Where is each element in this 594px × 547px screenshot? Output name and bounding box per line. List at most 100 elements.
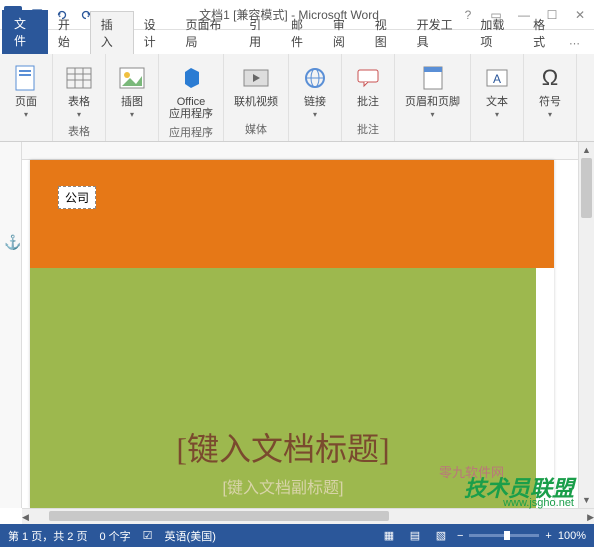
horizontal-scrollbar[interactable]: ◀ ▶ — [22, 508, 594, 524]
cover-body-shape[interactable]: [键入文档标题] [键入文档副标题] — [30, 268, 536, 508]
group-name — [6, 135, 46, 139]
close-button[interactable]: ✕ — [570, 5, 590, 25]
dropdown-icon: ▾ — [548, 110, 552, 119]
video-label: 联机视频 — [234, 96, 278, 108]
ribbon-group-illustrations: 插图 ▾ — [106, 54, 159, 141]
ribbon-group-media: 联机视频 媒体 — [224, 54, 289, 141]
word-count[interactable]: 0 个字 — [99, 528, 130, 544]
tab-layout[interactable]: 页面布局 — [175, 12, 239, 54]
vertical-ruler[interactable]: ⚓ — [0, 142, 22, 508]
page-info[interactable]: 第 1 页，共 2 页 — [8, 528, 87, 544]
comment-label: 批注 — [357, 96, 379, 108]
scroll-thumb-h[interactable] — [49, 511, 389, 521]
tab-view[interactable]: 视图 — [365, 12, 407, 54]
tab-design[interactable]: 设计 — [134, 12, 176, 54]
language-status[interactable]: 英语(美国) — [165, 528, 216, 544]
tab-home[interactable]: 开始 — [48, 12, 90, 54]
print-layout-view-button[interactable]: ▦ — [379, 528, 399, 544]
group-name: 媒体 — [230, 119, 282, 139]
illustrations-button[interactable]: 插图 ▾ — [112, 60, 152, 121]
table-label: 表格 — [68, 96, 90, 108]
cover-header-shape[interactable]: 公司 — [30, 160, 554, 268]
read-mode-button[interactable]: ▤ — [405, 528, 425, 544]
scroll-track[interactable] — [579, 158, 594, 492]
zoom-handle[interactable] — [504, 531, 510, 540]
dropdown-icon: ▾ — [313, 110, 317, 119]
group-name: 批注 — [348, 119, 388, 139]
document-canvas[interactable]: 公司 [键入文档标题] [键入文档副标题] — [22, 142, 578, 508]
group-name — [530, 135, 570, 139]
document-area: ⚓ 公司 [键入文档标题] [键入文档副标题] ▲ ▼ — [0, 142, 594, 508]
tab-insert[interactable]: 插入 — [90, 11, 134, 54]
zoom-level[interactable]: 100% — [558, 530, 586, 542]
dropdown-icon: ▾ — [77, 110, 81, 119]
text-label: 文本 — [486, 96, 508, 108]
signin-area[interactable]: ⋯ — [565, 33, 584, 54]
ribbon-group-symbols: Ω 符号 ▾ — [524, 54, 577, 141]
zoom-slider[interactable] — [469, 534, 539, 537]
subtitle-placeholder[interactable]: [键入文档副标题] — [223, 474, 344, 498]
scroll-down-button[interactable]: ▼ — [579, 492, 594, 508]
group-name: 应用程序 — [165, 122, 217, 142]
tab-addins[interactable]: 加载项 — [470, 12, 523, 54]
zoom-out-button[interactable]: − — [457, 530, 463, 542]
statusbar: 第 1 页，共 2 页 0 个字 ☑ 英语(美国) ▦ ▤ ▧ − + 100% — [0, 524, 594, 547]
vertical-scrollbar[interactable]: ▲ ▼ — [578, 142, 594, 508]
scroll-right-button[interactable]: ▶ — [587, 509, 594, 525]
title-placeholder[interactable]: [键入文档标题] — [176, 424, 389, 470]
tab-format[interactable]: 格式 — [523, 12, 565, 54]
tab-references[interactable]: 引用 — [239, 12, 281, 54]
ribbon-group-text: A 文本 ▾ — [471, 54, 524, 141]
web-layout-button[interactable]: ▧ — [431, 528, 451, 544]
headerfooter-label: 页眉和页脚 — [405, 96, 460, 108]
ribbon-group-tables: 表格 ▾ 表格 — [53, 54, 106, 141]
online-video-button[interactable]: 联机视频 — [230, 60, 282, 110]
group-name — [295, 135, 335, 139]
omega-icon: Ω — [534, 62, 566, 94]
scroll-left-button[interactable]: ◀ — [22, 509, 29, 525]
pages-button[interactable]: 页面 ▾ — [6, 60, 46, 121]
ribbon-group-pages: 页面 ▾ — [0, 54, 53, 141]
ribbon: 页面 ▾ 表格 ▾ 表格 插图 ▾ Off — [0, 54, 594, 142]
dropdown-icon: ▾ — [495, 110, 499, 119]
tab-developer[interactable]: 开发工具 — [407, 12, 471, 54]
page-icon — [10, 62, 42, 94]
comment-icon — [352, 62, 384, 94]
illustrations-label: 插图 — [121, 96, 143, 108]
dropdown-icon: ▾ — [430, 110, 434, 119]
company-placeholder[interactable]: 公司 — [58, 186, 96, 209]
ribbon-group-headerfooter: 页眉和页脚 ▾ — [395, 54, 471, 141]
comment-button[interactable]: 批注 — [348, 60, 388, 110]
ribbon-group-links: 链接 ▾ — [289, 54, 342, 141]
ribbon-group-comments: 批注 批注 — [342, 54, 395, 141]
video-icon — [240, 62, 272, 94]
ribbon-tabs: 文件 开始 插入 设计 页面布局 引用 邮件 审阅 视图 开发工具 加载项 格式… — [0, 30, 594, 54]
links-label: 链接 — [304, 96, 326, 108]
text-button[interactable]: A 文本 ▾ — [477, 60, 517, 121]
dropdown-icon: ▾ — [130, 110, 134, 119]
symbols-button[interactable]: Ω 符号 ▾ — [530, 60, 570, 121]
tab-review[interactable]: 审阅 — [323, 12, 365, 54]
links-button[interactable]: 链接 ▾ — [295, 60, 335, 121]
apps-icon — [175, 62, 207, 94]
pages-label: 页面 — [15, 96, 37, 108]
apps-label: Office 应用程序 — [169, 96, 213, 120]
tab-mailings[interactable]: 邮件 — [281, 12, 323, 54]
anchor-icon: ⚓ — [4, 234, 21, 251]
zoom-in-button[interactable]: + — [545, 530, 551, 542]
dropdown-icon: ▾ — [24, 110, 28, 119]
table-icon — [63, 62, 95, 94]
textbox-icon: A — [481, 62, 513, 94]
group-name — [477, 135, 517, 139]
horizontal-ruler[interactable] — [22, 142, 578, 160]
header-footer-button[interactable]: 页眉和页脚 ▾ — [401, 60, 464, 121]
group-name: 表格 — [59, 121, 99, 141]
page: 公司 [键入文档标题] [键入文档副标题] — [30, 160, 554, 508]
tab-file[interactable]: 文件 — [2, 10, 48, 54]
scroll-thumb[interactable] — [581, 158, 592, 218]
scroll-up-button[interactable]: ▲ — [579, 142, 594, 158]
symbols-label: 符号 — [539, 96, 561, 108]
table-button[interactable]: 表格 ▾ — [59, 60, 99, 121]
office-apps-button[interactable]: Office 应用程序 — [165, 60, 217, 122]
link-icon — [299, 62, 331, 94]
